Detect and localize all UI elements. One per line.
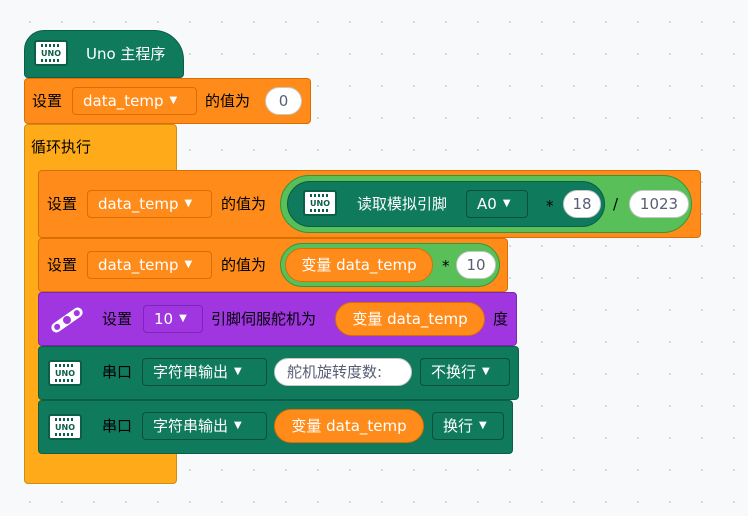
- value-input[interactable]: 0: [265, 87, 302, 115]
- serial-label: 串口: [102, 363, 133, 381]
- set-label: 设置: [47, 195, 78, 213]
- serial-text-input[interactable]: 舵机旋转度数:: [274, 358, 412, 386]
- servo-label: 引脚伺服舵机为: [211, 310, 317, 328]
- multiply-value-input[interactable]: 10: [456, 251, 496, 279]
- output-mode-dropdown[interactable]: 字符串输出 ▼: [142, 412, 267, 440]
- forever-loop-label: 循环执行: [31, 138, 92, 156]
- caret-down-icon: ▼: [169, 95, 178, 106]
- set-label: 设置: [32, 92, 63, 110]
- multiply-value-input[interactable]: 18: [563, 190, 601, 218]
- multiply-operator: *: [546, 197, 554, 215]
- variable-reporter[interactable]: 变量 data_temp: [335, 302, 485, 336]
- set-label: 设置: [102, 310, 133, 328]
- caret-down-icon: ▼: [479, 420, 487, 431]
- newline-dropdown[interactable]: 换行 ▼: [432, 412, 504, 440]
- newline-dropdown[interactable]: 不换行 ▼: [420, 358, 510, 386]
- caret-down-icon: ▼: [234, 420, 242, 431]
- variable-dropdown[interactable]: data_temp ▼: [72, 87, 197, 115]
- servo-icon: [51, 307, 83, 333]
- read-analog-pin-label: 读取模拟引脚: [357, 195, 448, 213]
- pin-dropdown[interactable]: A0 ▼: [466, 190, 528, 218]
- caret-down-icon: ▼: [482, 366, 490, 377]
- set-label: 设置: [47, 256, 78, 274]
- divide-operator: /: [613, 195, 619, 213]
- variable-dropdown[interactable]: data_temp ▼: [87, 190, 212, 218]
- variable-reporter[interactable]: 变量 data_temp: [285, 248, 433, 282]
- value-of-label: 的值为: [205, 92, 251, 110]
- uno-board-icon: UNO: [48, 360, 82, 386]
- divide-value-input[interactable]: 1023: [629, 190, 689, 218]
- caret-down-icon: ▼: [179, 313, 187, 324]
- uno-board-icon: UNO: [34, 40, 68, 66]
- caret-down-icon: ▼: [234, 366, 242, 377]
- degree-unit-label: 度: [493, 310, 509, 328]
- hat-label: Uno 主程序: [86, 45, 166, 63]
- servo-pin-dropdown[interactable]: 10 ▼: [143, 305, 203, 333]
- output-mode-dropdown[interactable]: 字符串输出 ▼: [142, 358, 267, 386]
- serial-label: 串口: [102, 417, 133, 435]
- caret-down-icon: ▼: [184, 198, 193, 209]
- caret-down-icon: ▼: [184, 259, 193, 270]
- variable-reporter[interactable]: 变量 data_temp: [274, 409, 424, 443]
- variable-dropdown[interactable]: data_temp ▼: [87, 251, 212, 279]
- value-of-label: 的值为: [221, 195, 267, 213]
- uno-board-icon: UNO: [303, 190, 337, 216]
- multiply-operator: *: [442, 257, 450, 275]
- value-of-label: 的值为: [221, 256, 267, 274]
- caret-down-icon: ▼: [502, 198, 511, 209]
- uno-board-icon: UNO: [48, 414, 82, 440]
